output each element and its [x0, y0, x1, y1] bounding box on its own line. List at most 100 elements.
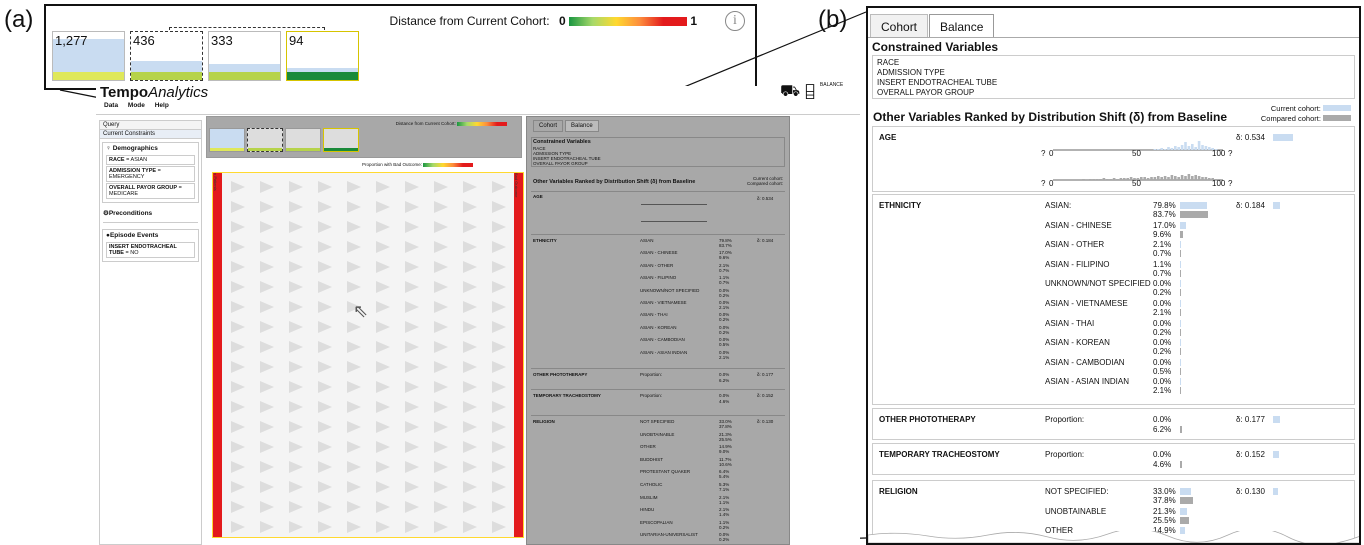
- mini-constrained-box: Constrained Variables RACE ADMISSION TYP…: [531, 137, 785, 167]
- age-current-bin: [1194, 147, 1197, 150]
- balance-label[interactable]: BALANCE: [820, 82, 843, 88]
- event-arrow: [376, 441, 390, 453]
- current-pct: 0.0%: [1153, 299, 1172, 308]
- preconditions-header[interactable]: ⚙Preconditions: [100, 207, 201, 219]
- age-compared-bin: [1187, 174, 1191, 180]
- constraint-endotracheal[interactable]: INSERT ENDOTRACHEAL TUBE = NO: [106, 242, 195, 258]
- current-bar: [1180, 260, 1181, 268]
- mini-cat: UNKNOWN/NOT SPECIFIED: [640, 287, 700, 293]
- constraint-race[interactable]: RACE = ASIAN: [106, 155, 195, 165]
- age-q-left-2: ?: [1041, 179, 1046, 188]
- event-arrow: [318, 521, 332, 533]
- event-arrow: [260, 421, 274, 433]
- event-arrow: [260, 321, 274, 333]
- event-arrow: [289, 381, 303, 393]
- menu-data[interactable]: Data: [104, 102, 118, 109]
- mini-cohort-4[interactable]: [323, 128, 359, 152]
- phototherapy-compared: 6.2%: [1153, 425, 1172, 434]
- mini-cat: ASIAN: [640, 238, 654, 243]
- mini-constrained-payor: OVERALL PAYOR GROUP: [533, 161, 588, 166]
- event-arrow: [492, 521, 506, 533]
- mini-cohort-1[interactable]: [209, 128, 245, 152]
- event-arrow: [347, 441, 361, 453]
- toolbar-icons: ⛟ ⌸ BALANCE: [780, 82, 843, 102]
- episode-events-group: ●Episode Events INSERT ENDOTRACHEAL TUBE…: [102, 229, 199, 262]
- event-arrow: [434, 481, 448, 493]
- event-arrow: [376, 201, 390, 213]
- current-bar: [1180, 507, 1188, 515]
- balance-icon[interactable]: ⌸: [805, 83, 816, 100]
- episode-events-header[interactable]: ●Episode Events: [103, 230, 198, 241]
- mini-tab-cohort[interactable]: Cohort: [533, 120, 564, 132]
- event-arrow: [289, 181, 303, 193]
- network-icon[interactable]: ⛟: [780, 83, 800, 100]
- menu-help[interactable]: Help: [155, 102, 169, 109]
- mini-cmp: 10.6%: [719, 461, 732, 467]
- event-arrow: [376, 321, 390, 333]
- event-arrow: [492, 241, 506, 253]
- right-red-strip: Bad Outcome: [514, 173, 523, 537]
- event-arrow: [405, 221, 419, 233]
- mini-photo-delta: δ: 0.177: [757, 372, 774, 377]
- category-label: ASIAN - VIETNAMESE: [1045, 299, 1128, 308]
- event-arrow: [376, 421, 390, 433]
- current-bar: [1180, 280, 1181, 288]
- mini-cmp: 1.4%: [719, 512, 730, 518]
- event-arrow: [376, 461, 390, 473]
- compared-bar: [1180, 516, 1189, 524]
- mini-trach-v2: 4.6%: [719, 399, 730, 404]
- balance-panel: Cohort Balance Constrained Variables RAC…: [866, 6, 1361, 545]
- mini-tab-balance[interactable]: Balance: [565, 120, 599, 132]
- tab-cohort[interactable]: Cohort: [870, 14, 929, 38]
- event-arrow: [231, 361, 245, 373]
- age-compared-bin: [1150, 177, 1153, 180]
- mini-photo-v1: 0.0%: [719, 372, 730, 377]
- tab-balance[interactable]: Balance: [929, 14, 995, 38]
- demographics-header[interactable]: ♀ Demographics: [103, 143, 198, 154]
- event-arrow: [347, 321, 361, 333]
- query-tab[interactable]: Query: [100, 121, 201, 130]
- episode-canvas[interactable]: n Patients Bad Outcome ⇖: [212, 172, 524, 538]
- mini-cat: ASIAN - KOREAN: [640, 324, 677, 330]
- current-bar: [1180, 300, 1181, 307]
- category-label: ASIAN - FILIPINO: [1045, 259, 1110, 269]
- event-arrow: [463, 241, 477, 253]
- event-arrow: [434, 501, 448, 513]
- event-arrow: [289, 241, 303, 253]
- event-arrow: [434, 181, 448, 193]
- mini-cohort-4-bar: [324, 148, 358, 151]
- mouse-cursor-icon: ⇖: [353, 301, 369, 321]
- event-arrow: [405, 301, 419, 313]
- event-arrow: [376, 261, 390, 273]
- current-constraints-header[interactable]: Current Constraints: [100, 130, 201, 139]
- event-arrow: [318, 481, 332, 493]
- mini-age-axis-1: [641, 204, 707, 205]
- event-arrow: [260, 521, 274, 533]
- event-arrow: [318, 421, 332, 433]
- event-arrow: [347, 401, 361, 413]
- event-arrow: [376, 241, 390, 253]
- event-arrow: [289, 341, 303, 353]
- current-bar: [1180, 339, 1181, 347]
- current-pct: 1.1%: [1153, 259, 1172, 269]
- event-arrow: [492, 481, 506, 493]
- age-compared-bin: [1208, 178, 1211, 180]
- event-arrow: [376, 401, 390, 413]
- constraint-payor-group[interactable]: OVERALL PAYOR GROUP = MEDICARE: [106, 183, 195, 199]
- mini-cohort-2[interactable]: [247, 128, 283, 152]
- event-arrow: [289, 301, 303, 313]
- menu-mode[interactable]: Mode: [128, 102, 145, 109]
- mini-cohort-3[interactable]: [285, 128, 321, 152]
- mini-other-title: Other Variables Ranked by Distribution S…: [533, 179, 696, 185]
- event-arrow: [260, 461, 274, 473]
- mini-legend-compared: Compared cohort:: [746, 181, 783, 186]
- event-arrow: [231, 441, 245, 453]
- constrained-admission: ADMISSION TYPE: [877, 68, 945, 77]
- event-arrow: [434, 321, 448, 333]
- compared-pct: 0.5%: [1153, 366, 1172, 376]
- event-arrow: [318, 321, 332, 333]
- event-arrow: [463, 301, 477, 313]
- constraint-admission-type[interactable]: ADMISSION TYPE = EMERGENCY: [106, 166, 195, 182]
- event-arrow: [492, 401, 506, 413]
- mini-cat: UNITARIAN-UNIVERSALIST: [640, 532, 698, 538]
